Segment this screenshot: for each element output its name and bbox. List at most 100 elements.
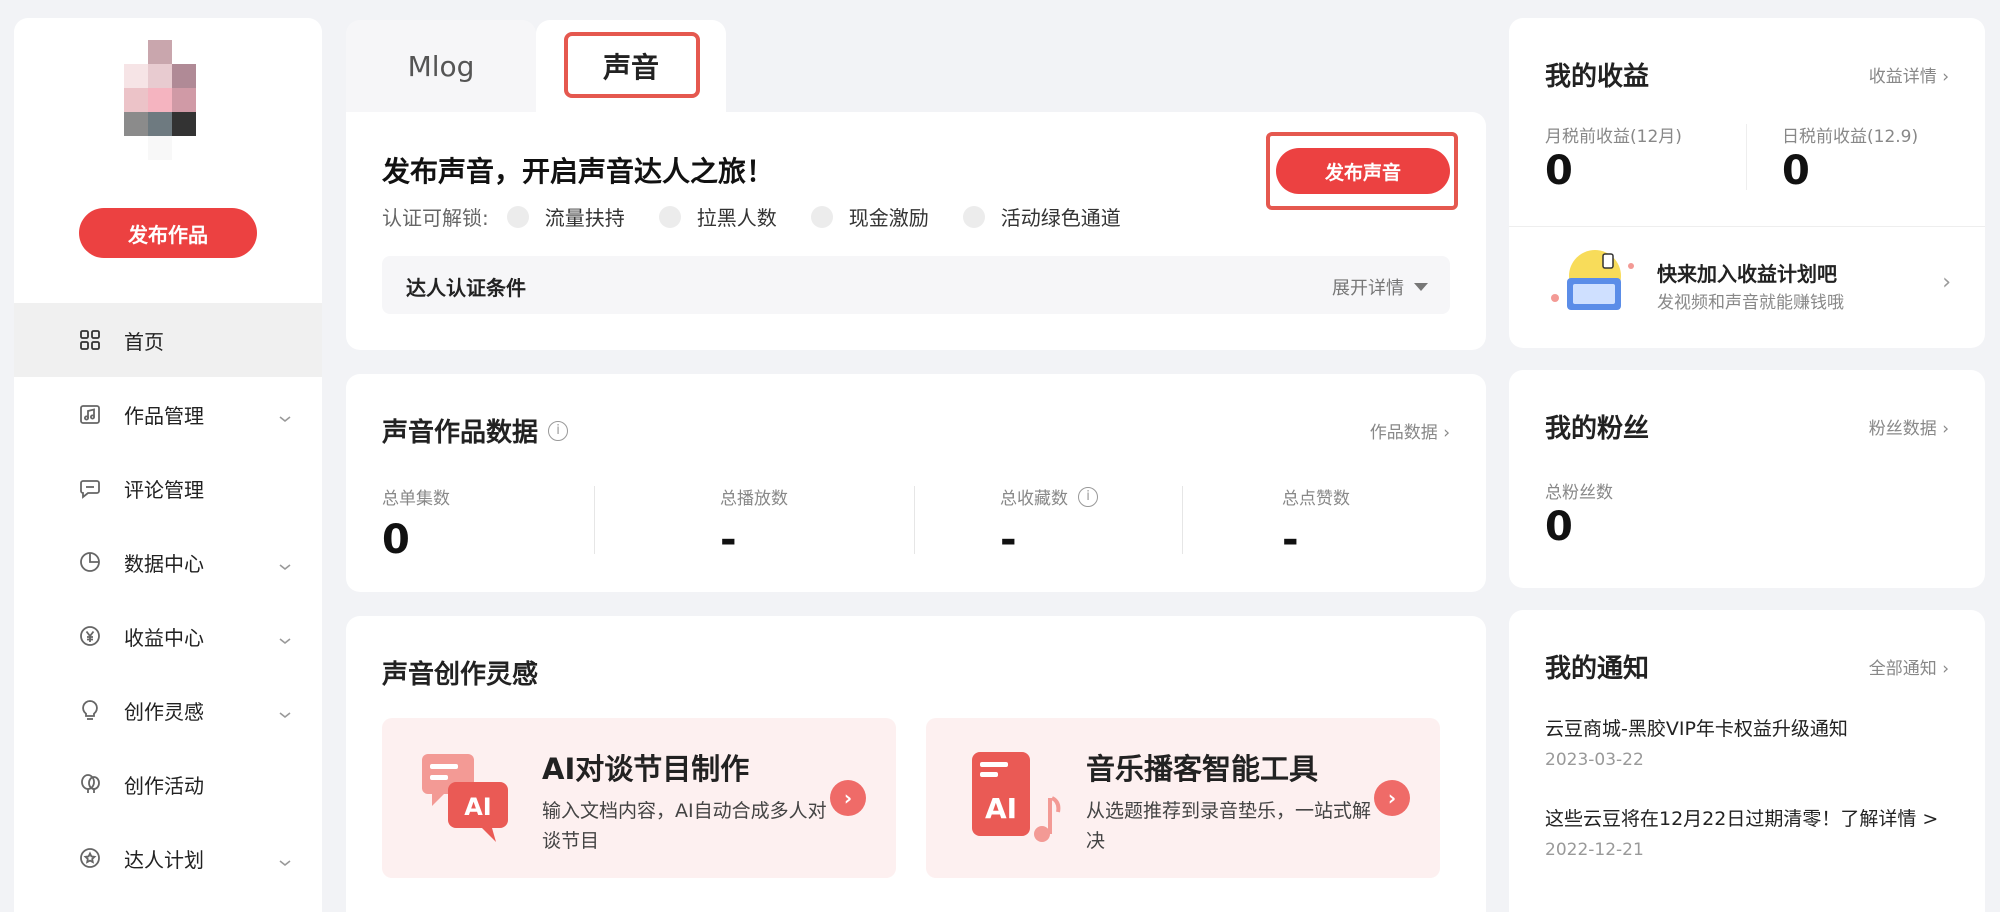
sidebar-item-label: 创作活动	[124, 773, 204, 798]
earnings-plan-illustration	[1545, 246, 1641, 320]
sidebar-item-data-center[interactable]: 数据中心	[14, 525, 322, 599]
sidebar-item-label: 首页	[124, 329, 164, 354]
svg-text:AI: AI	[985, 792, 1017, 825]
unlock-label: 认证可解锁:	[382, 206, 489, 230]
sidebar: 发布作品 首页 作品管理 评论管理 数据中心 收益中心 创作灵感 创作活动 达人…	[14, 18, 322, 912]
ai-dialogue-tool-card[interactable]: AI AI对谈节目制作 输入文档内容，AI自动合成多人对谈节目 ›	[382, 718, 896, 878]
tool-title: AI对谈节目制作	[542, 752, 750, 786]
stat-total-favorites: 总收藏数 i -	[1000, 484, 1098, 563]
fans-title: 我的粉丝	[1545, 414, 1650, 444]
chevron-down-icon	[278, 849, 292, 873]
stat-total-likes: 总点赞数 -	[1282, 484, 1350, 563]
tab-mlog[interactable]: Mlog	[346, 20, 536, 112]
stat-label: 总点赞数	[1282, 489, 1350, 509]
notification-item[interactable]: 这些云豆将在12月22日过期清零！了解详情 > 2022-12-21	[1545, 804, 1955, 860]
music-podcast-tool-card[interactable]: AI 音乐播客智能工具 从选题推荐到录音垫乐，一站式解决 ›	[926, 718, 1440, 878]
divider	[1746, 124, 1747, 190]
all-notifications-link[interactable]: 全部通知 ›	[1869, 654, 1949, 679]
works-data-link[interactable]: 作品数据 ›	[1370, 418, 1450, 443]
earnings-plan-subtitle: 发视频和声音就能赚钱哦	[1657, 293, 1844, 313]
monthly-earnings-value: 0	[1545, 148, 1573, 194]
total-fans-label: 总粉丝数	[1545, 483, 1613, 503]
perk-item: 流量扶持	[506, 202, 625, 231]
publish-work-button[interactable]: 发布作品	[79, 208, 257, 258]
sidebar-item-label: 数据中心	[124, 551, 204, 576]
ai-music-doc-icon: AI	[962, 748, 1062, 852]
info-icon[interactable]: i	[1078, 486, 1098, 507]
expand-details-link[interactable]: 展开详情	[1332, 274, 1428, 300]
publish-voice-button[interactable]: 发布声音	[1276, 148, 1450, 194]
notification-title: 云豆商城-黑胶VIP年卡权益升级通知	[1545, 718, 1848, 740]
money-bag-icon	[810, 205, 833, 228]
avatar[interactable]	[124, 40, 220, 192]
perk-label: 拉黑人数	[696, 206, 777, 230]
earnings-details-link[interactable]: 收益详情 ›	[1869, 62, 1949, 87]
notification-date: 2023-03-22	[1545, 750, 1644, 770]
sidebar-item-talent-plan[interactable]: 达人计划	[14, 821, 322, 895]
arrow-right-icon[interactable]: ›	[830, 780, 866, 816]
notifications-card: 我的通知 全部通知 › 云豆商城-黑胶VIP年卡权益升级通知 2023-03-2…	[1509, 610, 1985, 912]
stat-label: 总单集数	[382, 489, 450, 509]
earnings-plan-title[interactable]: 快来加入收益计划吧	[1657, 258, 1837, 287]
notification-title: 这些云豆将在12月22日过期清零！了解详情 >	[1545, 808, 1939, 830]
conditions-label: 达人认证条件	[406, 276, 526, 300]
star-badge-icon	[78, 846, 102, 870]
sidebar-item-label: 创作灵感	[124, 699, 204, 724]
chevron-down-icon	[278, 405, 292, 429]
info-icon[interactable]: i	[548, 420, 569, 441]
link-label: 收益详情	[1868, 67, 1937, 87]
chevron-right-icon[interactable]: ›	[1942, 270, 1951, 295]
sidebar-item-label: 收益中心	[124, 625, 204, 650]
daily-earnings-label: 日税前收益(12.9)	[1782, 127, 1919, 147]
sidebar-item-label: 评论管理	[124, 477, 204, 502]
stat-total-plays: 总播放数 -	[720, 484, 788, 563]
yen-icon	[78, 624, 102, 648]
eye-icon	[506, 205, 529, 228]
sidebar-item-comments[interactable]: 评论管理	[14, 451, 322, 525]
stat-value: 0	[382, 517, 410, 563]
talent-conditions-bar[interactable]: 达人认证条件 展开详情	[382, 256, 1450, 314]
music-doc-icon	[78, 402, 102, 426]
stat-value: -	[1000, 517, 1017, 563]
sidebar-item-label: 作品管理	[124, 403, 204, 428]
stat-total-episodes: 总单集数 0	[382, 484, 450, 563]
sidebar-item-works[interactable]: 作品管理	[14, 377, 322, 451]
perk-label: 流量扶持	[544, 206, 625, 230]
notification-item[interactable]: 云豆商城-黑胶VIP年卡权益升级通知 2023-03-22	[1545, 714, 1955, 770]
perk-item: 活动绿色通道	[962, 202, 1121, 231]
stat-value: -	[720, 517, 737, 563]
tool-desc: 输入文档内容，AI自动合成多人对谈节目	[542, 800, 827, 852]
users-icon	[658, 205, 681, 228]
tab-voice[interactable]: 声音	[536, 20, 726, 112]
document-icon	[962, 205, 985, 228]
link-label: 作品数据	[1369, 423, 1438, 443]
triangle-down-icon	[1414, 283, 1428, 291]
arrow-right-icon[interactable]: ›	[1374, 780, 1410, 816]
divider	[594, 486, 595, 554]
grid-icon	[78, 328, 102, 352]
sidebar-item-activities[interactable]: 创作活动	[14, 747, 322, 821]
sidebar-item-inspiration[interactable]: 创作灵感	[14, 673, 322, 747]
fans-card: 我的粉丝 粉丝数据 › 总粉丝数 0	[1509, 370, 1985, 588]
chevron-down-icon	[278, 627, 292, 651]
tab-label: Mlog	[407, 49, 475, 83]
sidebar-item-home[interactable]: 首页	[14, 303, 322, 377]
stat-label: 总收藏数	[1000, 489, 1068, 509]
sidebar-item-earnings[interactable]: 收益中心	[14, 599, 322, 673]
tab-label: 声音	[602, 51, 659, 84]
stat-label: 总播放数	[720, 489, 788, 509]
fans-data-link[interactable]: 粉丝数据 ›	[1869, 414, 1949, 439]
daily-earnings-value: 0	[1782, 148, 1810, 194]
lightbulb-icon	[78, 698, 102, 722]
notification-date: 2022-12-21	[1545, 840, 1644, 860]
stats-title-text: 声音作品数据	[382, 418, 539, 448]
perk-item: 现金激励	[810, 202, 929, 231]
chevron-down-icon	[278, 701, 292, 725]
perk-label: 活动绿色通道	[1000, 206, 1121, 230]
link-label: 粉丝数据	[1868, 419, 1937, 439]
monthly-earnings-label: 月税前收益(12月)	[1545, 127, 1682, 147]
highlight-box: 发布声音	[1266, 132, 1458, 210]
stats-title: 声音作品数据 i	[382, 412, 569, 449]
voice-stats-card: 声音作品数据 i 作品数据 › 总单集数 0 总播放数 - 总收藏数 i - 总点赞数 -	[346, 374, 1486, 592]
chevron-down-icon	[278, 553, 292, 577]
